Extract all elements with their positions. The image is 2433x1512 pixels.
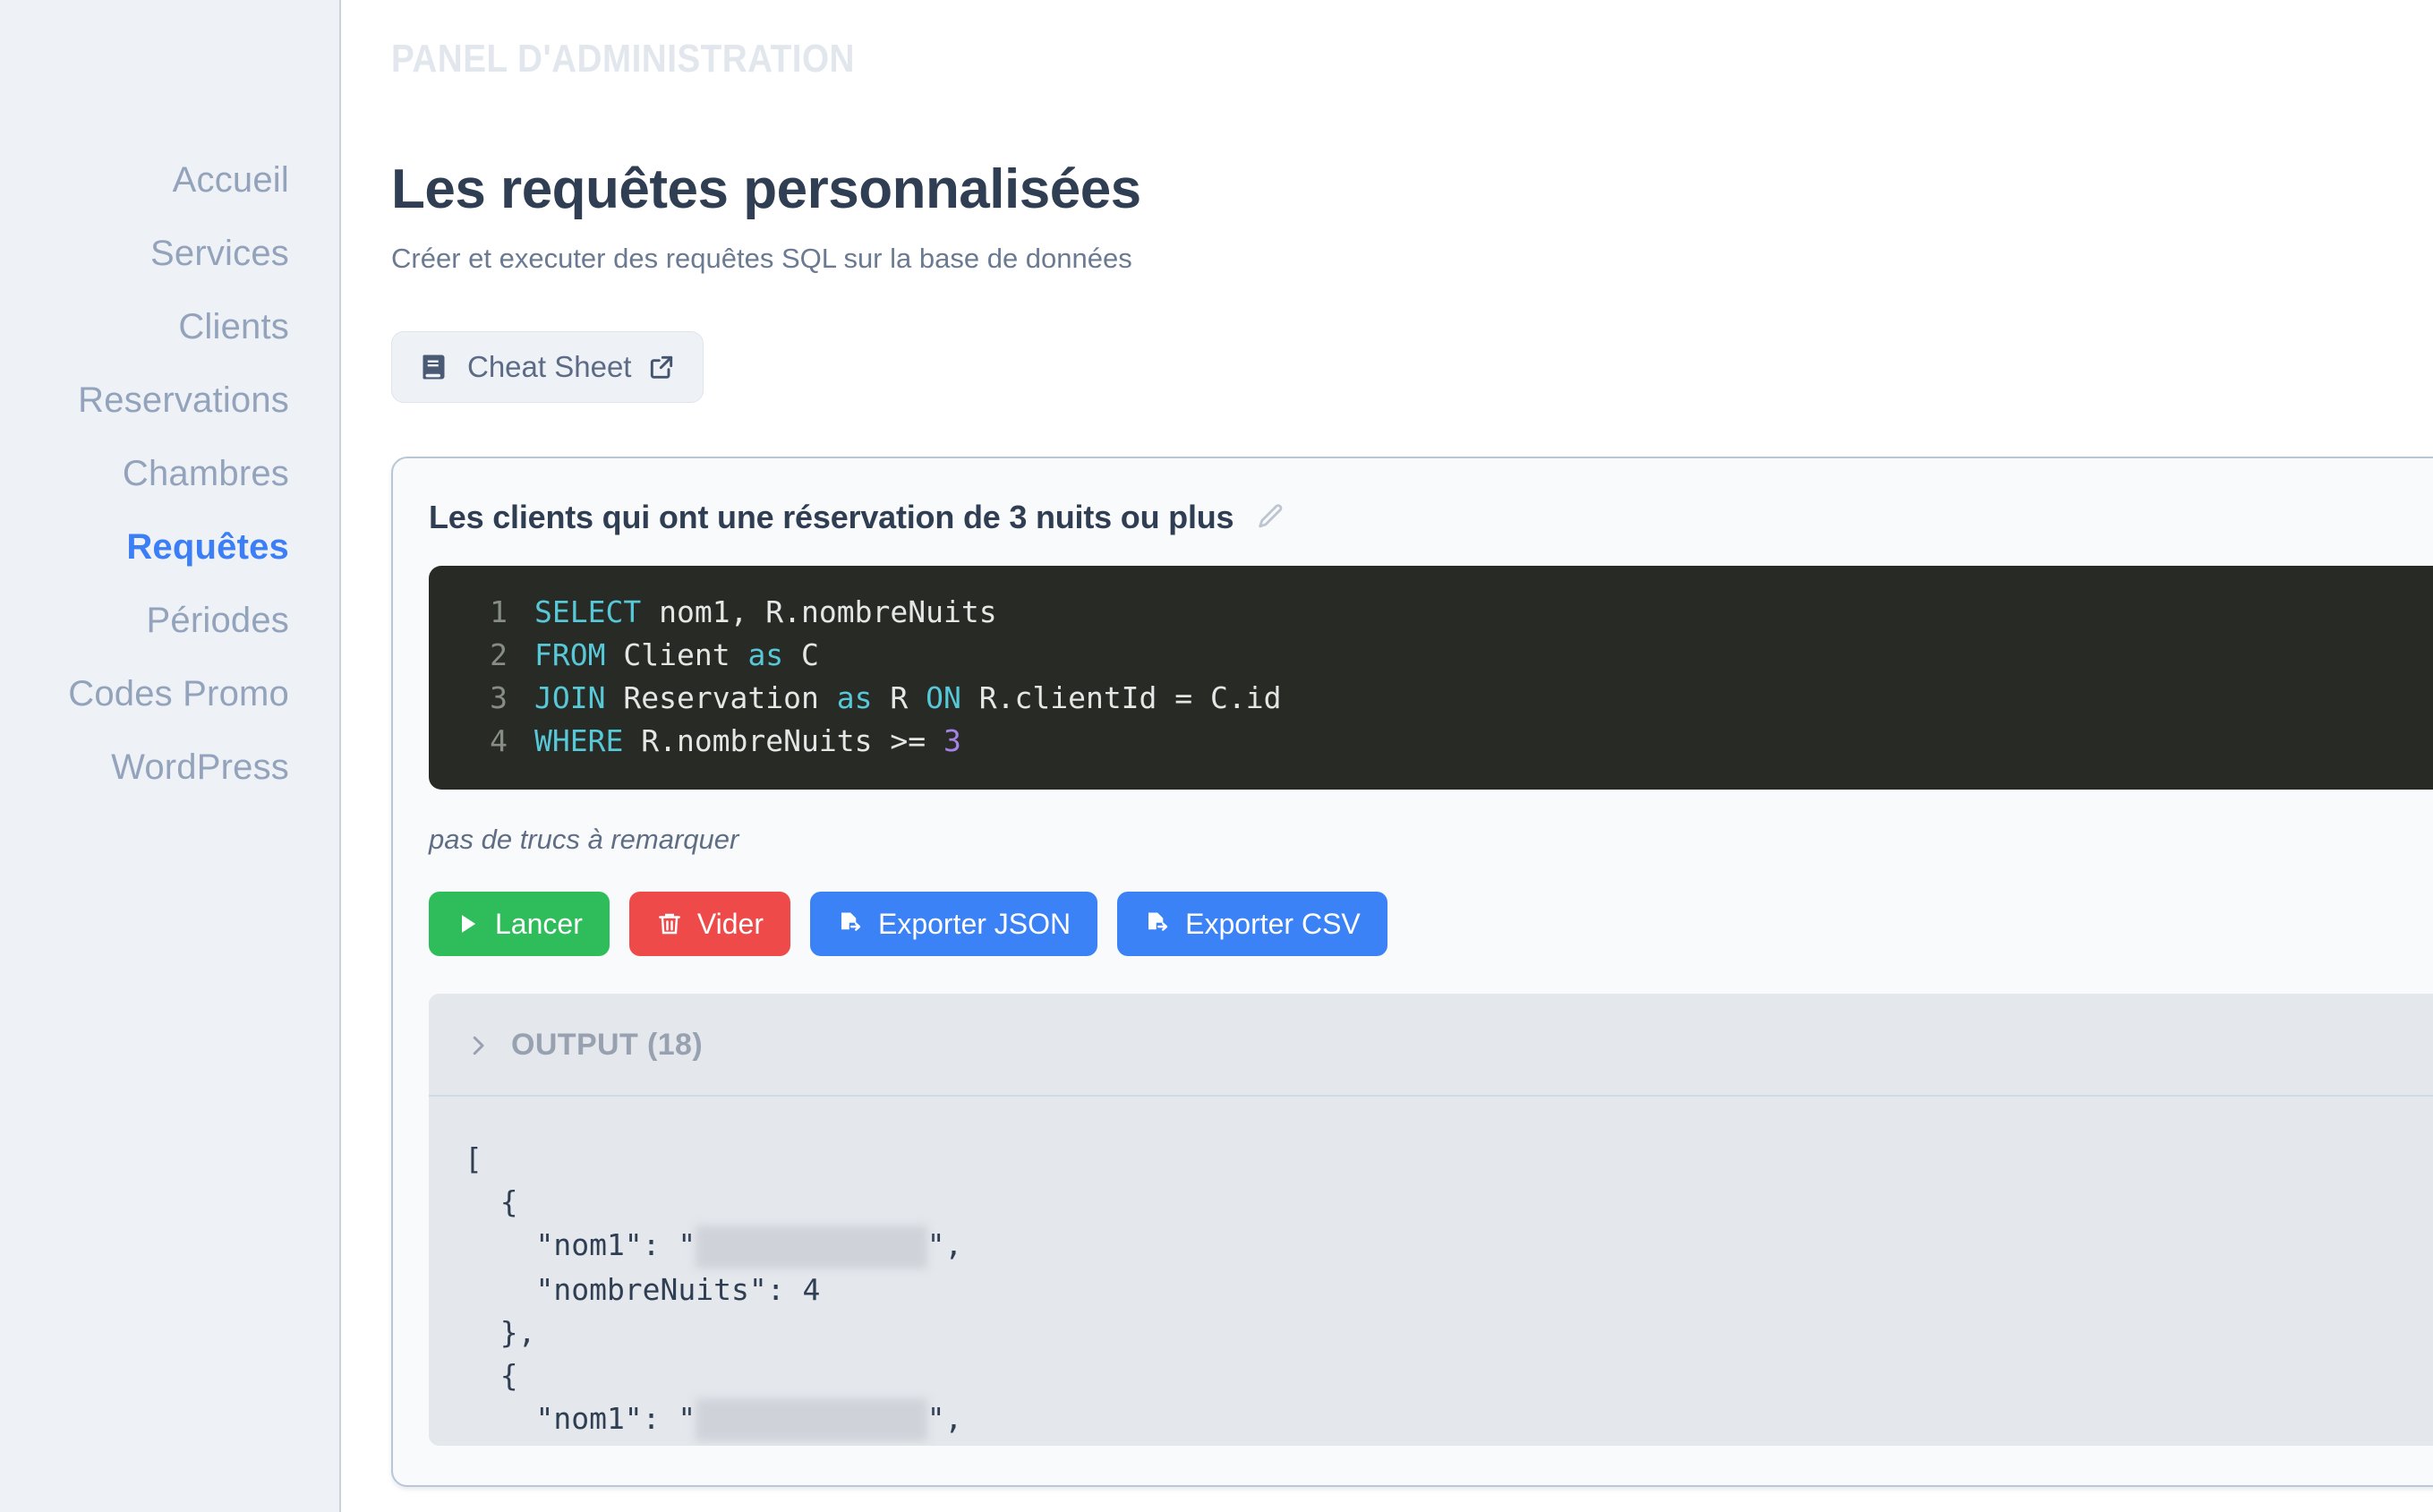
query-card-header: Les clients qui ont une réservation de 3… (429, 496, 2433, 539)
line-number: 4 (490, 723, 508, 758)
chevron-right-icon (465, 1032, 491, 1059)
export-json-button[interactable]: Exporter JSON (809, 892, 1098, 956)
sidebar-item-services[interactable]: Services (0, 217, 339, 290)
sql-keyword: FROM (534, 637, 606, 672)
output-panel: OUTPUT (18) [ { "nom1": "REDACTED NAME",… (429, 994, 2433, 1446)
page-title: Les requêtes personnalisées (391, 158, 1141, 220)
run-query-button[interactable]: Lancer (429, 892, 610, 956)
clear-query-label: Vider (696, 908, 764, 940)
sidebar-item-codes-promo[interactable]: Codes Promo (0, 657, 339, 730)
sidebar-item-reservations[interactable]: Reservations (0, 363, 339, 437)
sql-keyword: WHERE (534, 723, 624, 758)
output-json[interactable]: [ { "nom1": "REDACTED NAME", "nombreNuit… (429, 1097, 2433, 1446)
output-toggle[interactable]: OUTPUT (18) (429, 994, 2433, 1097)
sql-text: Reservation (605, 680, 837, 715)
clear-query-button[interactable]: Vider (628, 892, 790, 956)
book-icon (419, 351, 451, 383)
sidebar-nav: Accueil Services Clients Reservations Ch… (0, 0, 341, 1512)
query-title: Les clients qui ont une réservation de 3… (429, 499, 1234, 535)
sql-keyword: SELECT (534, 594, 642, 629)
admin-panel-root: Accueil Services Clients Reservations Ch… (0, 0, 2433, 1512)
code-line: 2 FROM Client as C (429, 634, 2433, 677)
cheat-sheet-button[interactable]: Cheat Sheet (391, 331, 704, 403)
sidebar-item-clients[interactable]: Clients (0, 290, 339, 363)
sql-text: R (872, 680, 926, 715)
sidebar-item-accueil[interactable]: Accueil (0, 143, 339, 217)
main-content: PANEL D'ADMINISTRATION Les requêtes pers… (341, 0, 2433, 1512)
code-line: 3 JOIN Reservation as R ON R.clientId = … (429, 677, 2433, 720)
code-line: 4 WHERE R.nombreNuits >= 3 (429, 720, 2433, 763)
sql-number: 3 (943, 723, 961, 758)
output-json-part: ", (926, 1400, 963, 1436)
redacted-name: REDACTED NAME (696, 1225, 927, 1269)
sql-keyword: as (836, 680, 873, 715)
export-csv-button[interactable]: Exporter CSV (1117, 892, 1387, 956)
query-actions: Lancer Vider Exporter JSON Exporter CSV (429, 892, 2433, 956)
sql-text: nom1, R.nombreNuits (641, 594, 997, 629)
sidebar-item-chambres[interactable]: Chambres (0, 437, 339, 510)
page-subtitle: Créer et executer des requêtes SQL sur l… (391, 243, 1132, 274)
pencil-icon[interactable] (1255, 502, 1285, 533)
sidebar-item-requetes[interactable]: Requêtes (0, 510, 339, 584)
sql-keyword: as (747, 637, 784, 672)
redacted-name: REDACTED NAME (696, 1398, 927, 1441)
sql-text: R.clientId = C.id (960, 680, 1282, 715)
external-link-icon (647, 353, 676, 381)
sidebar-item-periodes[interactable]: Périodes (0, 584, 339, 657)
output-json-part: [ { "nom1": " (465, 1141, 696, 1262)
line-number: 3 (490, 680, 508, 715)
file-export-icon (1144, 910, 1171, 937)
play-icon (456, 911, 481, 936)
trash-icon (656, 910, 683, 937)
sql-text: R.nombreNuits >= (623, 723, 943, 758)
code-line: 1 SELECT nom1, R.nombreNuits (429, 591, 2433, 634)
sql-text: C (783, 637, 819, 672)
file-export-icon (837, 910, 864, 937)
panel-kicker: PANEL D'ADMINISTRATION (391, 37, 855, 81)
line-number: 1 (490, 594, 508, 629)
sql-keyword: JOIN (534, 680, 606, 715)
query-card: Testing Les clients qui ont une réservat… (391, 457, 2433, 1487)
export-csv-label: Exporter CSV (1185, 908, 1361, 940)
sql-text: Client (605, 637, 748, 672)
export-json-label: Exporter JSON (877, 908, 1071, 940)
query-note: pas de trucs à remarquer (429, 824, 739, 855)
sidebar-item-wordpress[interactable]: WordPress (0, 730, 339, 804)
line-number: 2 (490, 637, 508, 672)
output-title: OUTPUT (18) (511, 1028, 704, 1062)
cheat-sheet-label: Cheat Sheet (467, 350, 632, 383)
sql-code-block[interactable]: 1 SELECT nom1, R.nombreNuits 2 FROM Clie… (429, 566, 2433, 790)
sql-keyword: ON (926, 680, 961, 715)
run-query-label: Lancer (495, 908, 583, 940)
